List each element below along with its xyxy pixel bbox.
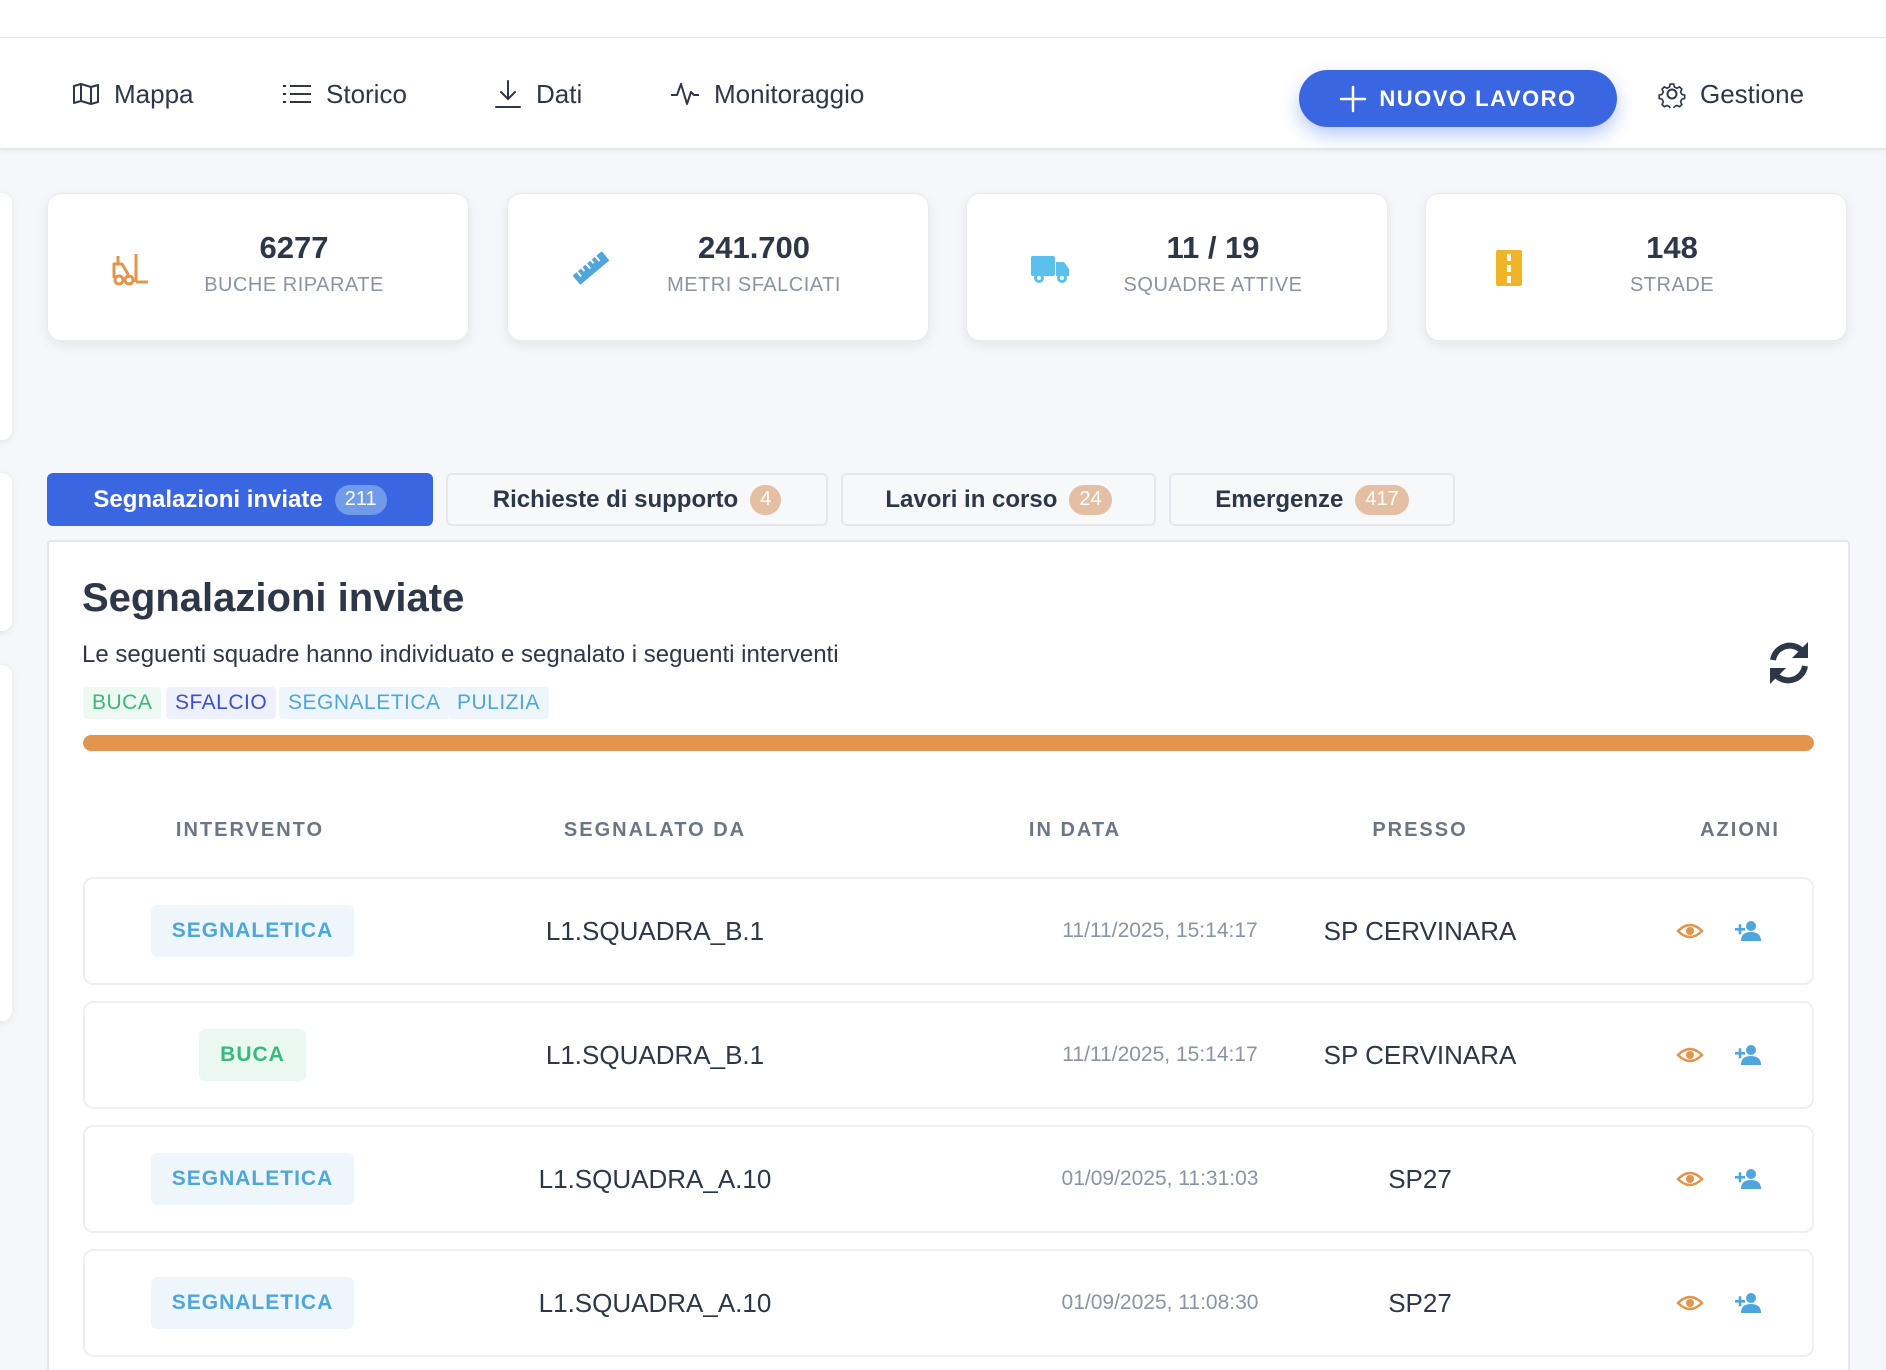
tab-count-badge: 4 bbox=[750, 484, 782, 515]
type-cell: SEGNALETICA bbox=[85, 1127, 420, 1231]
nav-dati[interactable]: Dati bbox=[494, 38, 582, 150]
type-badge: SEGNALETICA bbox=[150, 1277, 355, 1329]
panel-title: Segnalazioni inviate bbox=[82, 576, 465, 620]
type-badge: SEGNALETICA bbox=[150, 1153, 355, 1205]
tab-label: Segnalazioni inviate bbox=[93, 485, 323, 513]
tab-emergenze[interactable]: Emergenze 417 bbox=[1169, 473, 1455, 526]
reported-by: L1.SQUADRA_B.1 bbox=[545, 1039, 765, 1070]
stat-label: SQUADRE ATTIVE bbox=[1123, 274, 1303, 296]
type-badge: SEGNALETICA bbox=[150, 905, 355, 957]
type-cell: SEGNALETICA bbox=[85, 879, 420, 983]
column-header-azioni: AZIONI bbox=[1700, 819, 1780, 841]
reported-by: L1.SQUADRA_A.10 bbox=[538, 1287, 772, 1318]
nav-monitoraggio[interactable]: Monitoraggio bbox=[670, 38, 864, 150]
stat-value: 148 bbox=[1646, 230, 1698, 265]
tab-count-badge: 24 bbox=[1069, 484, 1112, 515]
panel-subtitle: Le seguenti squadre hanno individuato e … bbox=[82, 641, 839, 668]
chip-buca: BUCA bbox=[83, 687, 162, 719]
stat-value: 241.700 bbox=[697, 230, 811, 265]
tab-label: Emergenze bbox=[1215, 485, 1344, 513]
reported-by: L1.SQUADRA_B.1 bbox=[545, 915, 765, 946]
stat-card-squadre: 11 / 19 SQUADRE ATTIVE bbox=[966, 193, 1388, 341]
add-user-icon[interactable] bbox=[1734, 1041, 1762, 1069]
location: SP CERVINARA bbox=[1323, 915, 1517, 946]
location: SP27 bbox=[1388, 1287, 1452, 1318]
nav-monitoraggio-label: Monitoraggio bbox=[714, 78, 865, 109]
new-job-label: NUOVO LAVORO bbox=[1379, 85, 1577, 111]
progress-bar bbox=[83, 735, 1814, 751]
stat-card-strade: 148 STRADE bbox=[1425, 193, 1847, 341]
nav-mappa-label: Mappa bbox=[114, 78, 194, 109]
stat-label: STRADE bbox=[1629, 274, 1715, 296]
eye-icon[interactable] bbox=[1676, 917, 1704, 945]
table-row: SEGNALETICA L1.SQUADRA_B.1 11/11/2025, 1… bbox=[83, 877, 1814, 985]
table-row: SEGNALETICA L1.SQUADRA_A.10 01/09/2025, … bbox=[83, 1125, 1814, 1233]
gear-icon bbox=[1658, 83, 1686, 108]
stat-card-buche: 6277 BUCHE RIPARATE bbox=[47, 193, 469, 341]
nav-storico[interactable]: Storico bbox=[282, 38, 407, 150]
refresh-icon[interactable] bbox=[1764, 638, 1814, 688]
stat-value: 6277 bbox=[259, 230, 329, 265]
left-side-panel bbox=[0, 473, 12, 631]
left-side-panel bbox=[0, 665, 12, 1021]
chip-pulizia: PULIZIA bbox=[448, 687, 549, 719]
type-cell: BUCA bbox=[85, 1003, 420, 1107]
add-user-icon[interactable] bbox=[1734, 1165, 1762, 1193]
download-icon bbox=[495, 80, 521, 108]
tab-count-badge: 211 bbox=[334, 484, 387, 515]
list-icon bbox=[283, 85, 311, 103]
table-row: BUCA L1.SQUADRA_B.1 11/11/2025, 15:14:17… bbox=[83, 1001, 1814, 1109]
nav-gestione[interactable]: Gestione bbox=[1658, 38, 1804, 150]
top-strip bbox=[0, 0, 1886, 38]
tab-segnalazioni-inviate[interactable]: Segnalazioni inviate 211 bbox=[47, 473, 433, 526]
plus-icon bbox=[1340, 85, 1367, 112]
nav-storico-label: Storico bbox=[326, 78, 407, 109]
eye-icon[interactable] bbox=[1676, 1165, 1704, 1193]
reported-by: L1.SQUADRA_A.10 bbox=[538, 1163, 772, 1194]
tab-lavori-in-corso[interactable]: Lavori in corso 24 bbox=[841, 473, 1156, 526]
stat-label: BUCHE RIPARATE bbox=[204, 274, 384, 296]
chip-segnaletica: SEGNALETICA bbox=[279, 687, 450, 719]
add-user-icon[interactable] bbox=[1734, 1289, 1762, 1317]
column-header-presso: PRESSO bbox=[1372, 819, 1468, 841]
nav-gestione-label: Gestione bbox=[1700, 78, 1805, 109]
progress-bar-fill bbox=[83, 735, 1814, 751]
column-header-segnalato-da: SEGNALATO DA bbox=[563, 819, 747, 841]
nav-mappa[interactable]: Mappa bbox=[72, 38, 194, 150]
add-user-icon[interactable] bbox=[1734, 917, 1762, 945]
tab-richieste-supporto[interactable]: Richieste di supporto 4 bbox=[446, 473, 828, 526]
location: SP27 bbox=[1388, 1163, 1452, 1194]
tab-label: Richieste di supporto bbox=[492, 485, 739, 513]
eye-icon[interactable] bbox=[1676, 1041, 1704, 1069]
stat-label: METRI SFALCIATI bbox=[667, 274, 841, 296]
stat-value: 11 / 19 bbox=[1166, 230, 1260, 265]
column-header-intervento: INTERVENTO bbox=[175, 819, 325, 841]
eye-icon[interactable] bbox=[1676, 1289, 1704, 1317]
type-badge: BUCA bbox=[199, 1029, 306, 1081]
chip-sfalcio: SFALCIO bbox=[166, 687, 277, 719]
activity-icon bbox=[671, 83, 699, 105]
nav-dati-label: Dati bbox=[536, 78, 583, 109]
type-cell: SEGNALETICA bbox=[85, 1251, 420, 1355]
stat-card-metri: 241.700 METRI SFALCIATI bbox=[507, 193, 929, 341]
table-row: SEGNALETICA L1.SQUADRA_A.10 01/09/2025, … bbox=[83, 1249, 1814, 1357]
tab-label: Lavori in corso bbox=[885, 485, 1058, 513]
location: SP CERVINARA bbox=[1323, 1039, 1517, 1070]
tab-count-badge: 417 bbox=[1355, 484, 1409, 515]
new-job-button[interactable]: NUOVO LAVORO bbox=[1299, 70, 1617, 127]
left-side-panel bbox=[0, 193, 12, 440]
map-icon bbox=[73, 83, 99, 105]
